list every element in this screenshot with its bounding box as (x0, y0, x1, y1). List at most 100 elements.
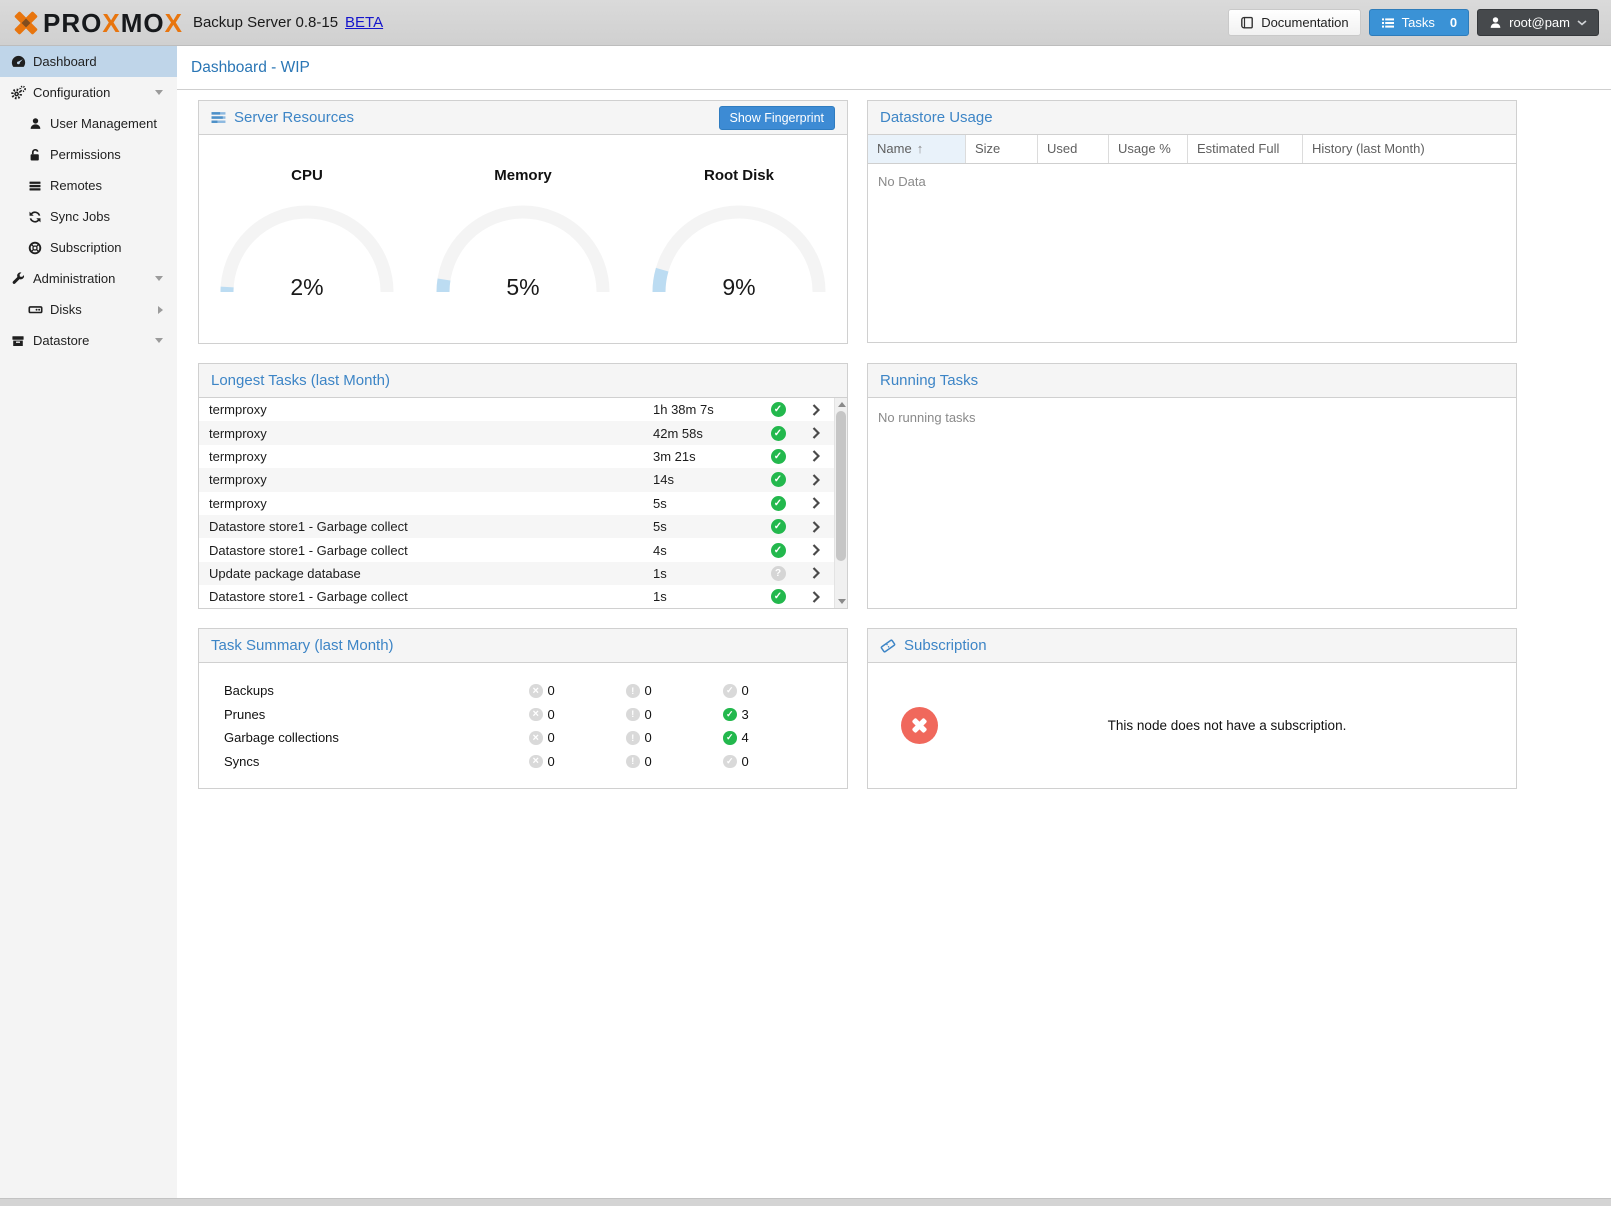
longest-tasks-list: termproxy 1h 38m 7s termproxy 42m 58s te… (199, 398, 847, 608)
open-task-button[interactable] (798, 474, 834, 486)
user-label: root@pam (1509, 15, 1570, 30)
sidebar-item-label: Remotes (50, 178, 102, 193)
status-ok-icon (771, 402, 786, 417)
cpu-gauge: CPU 2% (199, 135, 415, 343)
server-resources-panel: Server Resources Show Fingerprint CPU 2% (198, 100, 848, 344)
chevron-right-icon (158, 306, 163, 314)
user-icon (27, 116, 43, 131)
ok-count-icon (723, 684, 737, 698)
error-count-icon (529, 731, 543, 745)
panel-title: Subscription (904, 637, 987, 654)
sidebar-item-label: Subscription (50, 240, 122, 255)
wrench-icon (10, 271, 26, 286)
subscription-panel: Subscription This node does not have a s… (867, 628, 1517, 789)
sidebar-item-disks[interactable]: Disks (0, 294, 177, 325)
product-version: Backup Server 0.8-15 (193, 14, 338, 31)
sidebar-item-dashboard[interactable]: Dashboard (0, 46, 177, 77)
open-task-button[interactable] (798, 567, 834, 579)
column-header-history[interactable]: History (last Month) (1303, 135, 1516, 163)
scroll-down-arrow[interactable] (838, 599, 846, 604)
open-task-button[interactable] (798, 544, 834, 556)
sidebar-item-sync-jobs[interactable]: Sync Jobs (0, 201, 177, 232)
sidebar-item-administration[interactable]: Administration (0, 263, 177, 294)
show-fingerprint-button[interactable]: Show Fingerprint (719, 106, 836, 130)
sidebar-item-configuration[interactable]: Configuration (0, 77, 177, 108)
column-header-used[interactable]: Used (1038, 135, 1109, 163)
open-task-button[interactable] (798, 521, 834, 533)
vertical-scrollbar[interactable] (834, 398, 847, 608)
sidebar-item-remotes[interactable]: Remotes (0, 170, 177, 201)
beta-link[interactable]: BETA (345, 14, 383, 31)
warning-count-icon (626, 731, 640, 745)
warning-count-icon (626, 708, 640, 722)
datastore-usage-panel: Datastore Usage Name Size Used Usage % E… (867, 100, 1517, 343)
panel-title: Running Tasks (880, 372, 978, 389)
top-bar: PROXMOX Backup Server 0.8-15 BETA Docume… (0, 0, 1611, 46)
status-ok-icon (771, 543, 786, 558)
warning-count-icon (626, 755, 640, 769)
task-list-icon (1381, 16, 1395, 30)
summary-row: Backups 0 0 0 (199, 679, 847, 703)
subscription-message: This node does not have a subscription. (938, 718, 1516, 733)
column-header-estimated-full[interactable]: Estimated Full (1188, 135, 1303, 163)
memory-gauge: Memory 5% (415, 135, 631, 343)
page-title: Dashboard - WIP (191, 59, 310, 77)
status-ok-icon (771, 496, 786, 511)
status-ok-icon (771, 472, 786, 487)
longest-tasks-header: Longest Tasks (last Month) (199, 364, 847, 398)
chevron-down-icon (1577, 20, 1587, 26)
life-ring-icon (27, 240, 43, 255)
running-tasks-panel: Running Tasks No running tasks (867, 363, 1517, 609)
open-task-button[interactable] (798, 497, 834, 509)
sidebar-item-permissions[interactable]: Permissions (0, 139, 177, 170)
gauge-label: Memory (415, 167, 631, 184)
task-row: termproxy 42m 58s (199, 421, 834, 444)
chevron-down-icon (155, 276, 163, 281)
sidebar-item-label: Dashboard (33, 54, 97, 69)
column-header-usage-pct[interactable]: Usage % (1109, 135, 1188, 163)
sidebar-item-label: Sync Jobs (50, 209, 110, 224)
page-header: Dashboard - WIP (177, 46, 1611, 90)
archive-box-icon (10, 333, 26, 348)
hdd-icon (27, 302, 43, 317)
user-menu-button[interactable]: root@pam (1477, 9, 1599, 36)
datastore-usage-header: Datastore Usage (868, 101, 1516, 135)
documentation-button[interactable]: Documentation (1228, 9, 1360, 36)
scrollbar-thumb[interactable] (836, 411, 846, 561)
tasks-button[interactable]: Tasks 0 (1369, 9, 1469, 36)
book-icon (1240, 16, 1254, 30)
logo-wordmark: PROXMOX (43, 10, 183, 36)
task-row: termproxy 3m 21s (199, 445, 834, 468)
sidebar-item-subscription[interactable]: Subscription (0, 232, 177, 263)
open-task-button[interactable] (798, 450, 834, 462)
task-row: termproxy 14s (199, 468, 834, 491)
open-task-button[interactable] (798, 427, 834, 439)
summary-row: Syncs 0 0 0 (199, 750, 847, 774)
datastore-usage-column-headers: Name Size Used Usage % Estimated Full Hi… (868, 135, 1516, 164)
sort-ascending-icon (917, 141, 924, 163)
sidebar-item-label: Datastore (33, 333, 89, 348)
sidebar-item-user-management[interactable]: User Management (0, 108, 177, 139)
column-header-name[interactable]: Name (868, 135, 966, 163)
open-task-button[interactable] (798, 404, 834, 416)
sidebar-item-label: Administration (33, 271, 115, 286)
gauge-label: Root Disk (631, 167, 847, 184)
summary-row: Garbage collections 0 0 4 (199, 726, 847, 750)
resource-bars-icon (211, 110, 226, 125)
task-summary-header: Task Summary (last Month) (199, 629, 847, 663)
task-row: Datastore store1 - Garbage collect 5s (199, 515, 834, 538)
scroll-up-arrow[interactable] (838, 402, 846, 407)
horizontal-scrollbar[interactable] (0, 1198, 1611, 1206)
column-header-size[interactable]: Size (966, 135, 1038, 163)
sidebar-item-label: Disks (50, 302, 82, 317)
sidebar-item-datastore[interactable]: Datastore (0, 325, 177, 356)
status-ok-icon (771, 426, 786, 441)
open-task-button[interactable] (798, 591, 834, 603)
status-ok-icon (771, 589, 786, 604)
gauge-value: 5% (435, 274, 611, 301)
gauge-value: 2% (219, 274, 395, 301)
chevron-down-icon (155, 90, 163, 95)
ok-count-icon (723, 708, 737, 722)
status-unknown-icon (771, 566, 786, 581)
summary-row: Prunes 0 0 3 (199, 703, 847, 727)
